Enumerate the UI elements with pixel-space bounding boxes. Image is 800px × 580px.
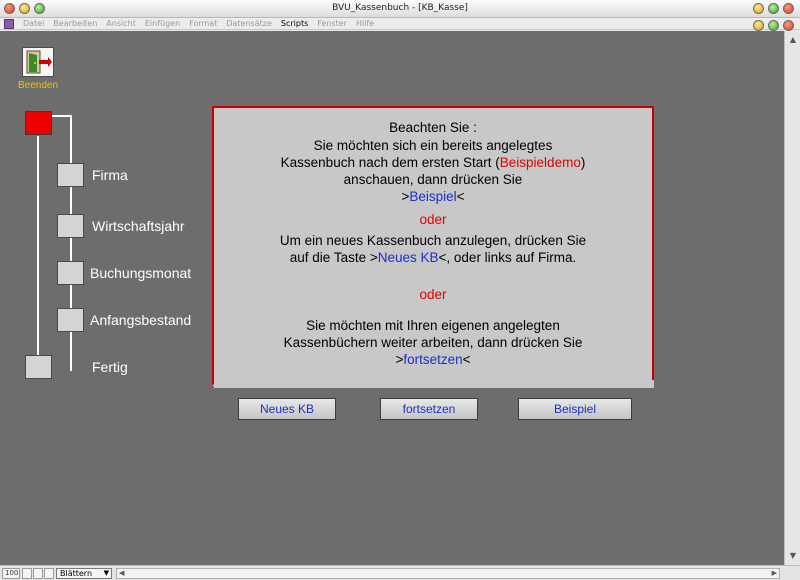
step-buchungsmonat-label[interactable]: Buchungsmonat bbox=[90, 265, 191, 281]
notice-p1-line4: >Beispiel< bbox=[214, 189, 652, 204]
notice-or-2: oder bbox=[419, 287, 447, 302]
step-anfangsbestand-box[interactable] bbox=[57, 308, 84, 332]
notice-p2-line2-pre: auf die Taste > bbox=[289, 250, 378, 265]
scroll-down-icon[interactable]: ▼ bbox=[786, 549, 800, 563]
notice-heading: Beachten Sie : bbox=[389, 120, 477, 135]
tree-line-top bbox=[52, 115, 72, 117]
step-wirtschaftsjahr-label[interactable]: Wirtschaftsjahr bbox=[92, 218, 185, 234]
notice-p2-line1: Um ein neues Kassenbuch anzulegen, drück… bbox=[279, 233, 587, 248]
horizontal-scrollbar[interactable]: ◀ ▶ bbox=[116, 568, 780, 579]
mode-selector-value: Blättern bbox=[60, 569, 93, 578]
app-window-controls-right bbox=[753, 3, 794, 14]
scroll-left-icon[interactable]: ◀ bbox=[119, 569, 124, 578]
step-anfangsbestand-label[interactable]: Anfangsbestand bbox=[90, 312, 191, 328]
notice-panel: Beachten Sie : Sie möchten sich ein bere… bbox=[212, 106, 654, 386]
notice-p1-line1: Sie möchten sich ein bereits angelegtes bbox=[313, 138, 553, 153]
exit-door-icon bbox=[26, 50, 52, 74]
notice-or-1: oder bbox=[419, 212, 447, 227]
zoom-doc-icon[interactable] bbox=[768, 20, 779, 31]
close-doc-icon[interactable] bbox=[783, 20, 794, 31]
notice-p3-line1: Sie möchten mit Ihren eigenen angelegten bbox=[306, 318, 560, 333]
notice-p2-line2-post: <, oder links auf Firma. bbox=[438, 250, 577, 265]
start-step-box[interactable] bbox=[25, 111, 52, 135]
menu-datei[interactable]: Datei bbox=[23, 19, 44, 28]
tree-line-right bbox=[70, 115, 72, 371]
menu-datensaetze[interactable]: Datensätze bbox=[226, 19, 272, 28]
step-fertig-label[interactable]: Fertig bbox=[92, 359, 128, 375]
fortsetzen-highlight: fortsetzen bbox=[403, 352, 463, 367]
notice-p3-line3-post: < bbox=[462, 352, 471, 367]
notice-p3-line3: >fortsetzen< bbox=[214, 352, 652, 367]
scroll-up-icon[interactable]: ▲ bbox=[786, 33, 800, 47]
menu-ansicht[interactable]: Ansicht bbox=[106, 19, 136, 28]
beispieldemo-highlight: Beispieldemo bbox=[499, 155, 581, 170]
title-bar: BVU_Kassenbuch - [KB_Kasse] bbox=[0, 0, 800, 18]
step-fertig-box[interactable] bbox=[25, 355, 52, 379]
window-title: BVU_Kassenbuch - [KB_Kasse] bbox=[332, 3, 468, 13]
filemaker-app-icon[interactable] bbox=[4, 18, 14, 29]
notice-p1-line2: Kassenbuch nach dem ersten Start (Beispi… bbox=[214, 155, 652, 170]
tree-line-left bbox=[37, 136, 39, 358]
fortsetzen-button[interactable]: fortsetzen bbox=[380, 398, 478, 420]
notice-p1-line4-post: < bbox=[456, 189, 465, 204]
step-wirtschaftsjahr-box[interactable] bbox=[57, 214, 84, 238]
notice-p3-line2: Kassenbüchern weiter arbeiten, dann drüc… bbox=[283, 335, 583, 350]
notice-p1-line2-post: ) bbox=[580, 155, 586, 170]
menu-fenster[interactable]: Fenster bbox=[317, 19, 347, 28]
notice-panel-bottom bbox=[214, 380, 654, 388]
zoom-out-button[interactable] bbox=[22, 568, 32, 579]
menu-scripts[interactable]: Scripts bbox=[281, 19, 308, 28]
mode-selector[interactable]: Blättern ▼ bbox=[56, 568, 112, 579]
beenden-button[interactable] bbox=[22, 47, 54, 77]
zoom-level-field[interactable]: 100 bbox=[2, 568, 20, 579]
chevron-down-icon: ▼ bbox=[103, 569, 109, 577]
minimize-app-icon[interactable] bbox=[753, 3, 764, 14]
menu-einfuegen[interactable]: Einfügen bbox=[145, 19, 180, 28]
menu-bearbeiten[interactable]: Bearbeiten bbox=[53, 19, 97, 28]
minimize-doc-icon[interactable] bbox=[753, 20, 764, 31]
document-window-controls bbox=[753, 20, 794, 31]
zoom-in-button[interactable] bbox=[33, 568, 43, 579]
step-firma-box[interactable] bbox=[57, 163, 84, 187]
status-bar: 100 Blättern ▼ ◀ ▶ bbox=[0, 565, 800, 580]
notice-p2-line2: auf die Taste >Neues KB<, oder links auf… bbox=[214, 250, 652, 265]
beispiel-button[interactable]: Beispiel bbox=[518, 398, 632, 420]
notice-p1-line2-pre: Kassenbuch nach dem ersten Start ( bbox=[280, 155, 500, 170]
step-buchungsmonat-box[interactable] bbox=[57, 261, 84, 285]
menu-hilfe[interactable]: Hilfe bbox=[356, 19, 374, 28]
beenden-label: Beenden bbox=[17, 80, 59, 91]
notice-p1-line3: anschauen, dann drücken Sie bbox=[343, 172, 523, 187]
neues-kb-highlight: Neues KB bbox=[377, 250, 439, 265]
step-firma-label[interactable]: Firma bbox=[92, 167, 128, 183]
vertical-scrollbar[interactable]: ▲ ▼ bbox=[784, 31, 800, 565]
close-app-icon[interactable] bbox=[783, 3, 794, 14]
menu-bar: Datei Bearbeiten Ansicht Einfügen Format… bbox=[0, 18, 800, 30]
beispiel-highlight: Beispiel bbox=[409, 189, 457, 204]
scroll-right-icon[interactable]: ▶ bbox=[772, 569, 777, 578]
menu-format[interactable]: Format bbox=[189, 19, 217, 28]
status-toggle-button[interactable] bbox=[44, 568, 54, 579]
zoom-app-icon[interactable] bbox=[768, 3, 779, 14]
neues-kb-button[interactable]: Neues KB bbox=[238, 398, 336, 420]
